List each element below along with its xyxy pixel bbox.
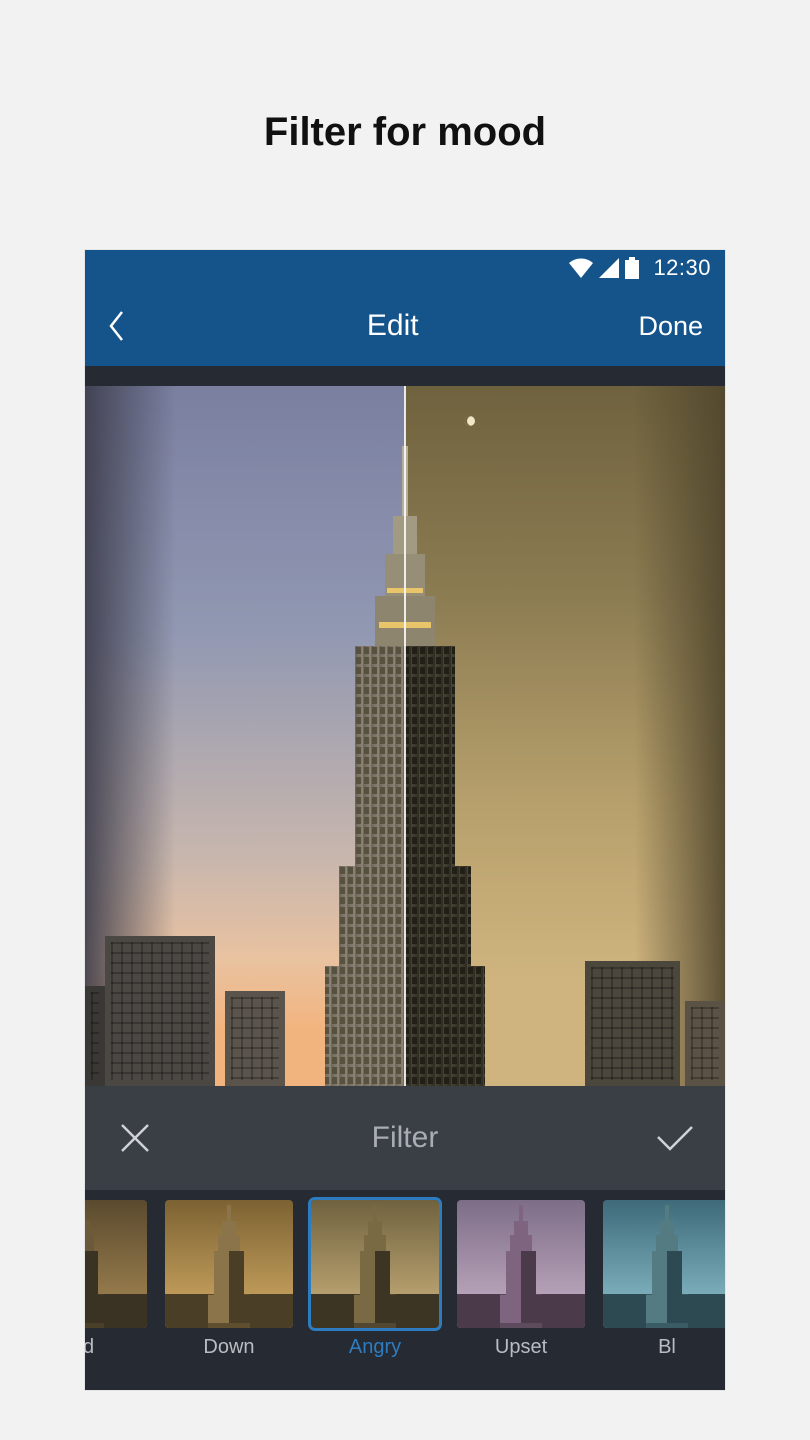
wifi-icon [569,258,593,278]
filter-thumb[interactable]: Bl [603,1200,725,1359]
done-button[interactable]: Done [638,311,703,342]
filter-thumb[interactable]: ad [85,1200,147,1359]
filter-thumb-image [165,1200,293,1328]
status-time: 12:30 [653,255,711,281]
chevron-left-icon [107,309,125,343]
filter-thumb-image [603,1200,725,1328]
filter-thumb[interactable]: Down [165,1200,293,1359]
filter-thumb-label: ad [85,1336,94,1359]
filter-thumb-image [457,1200,585,1328]
filter-thumb-image [85,1200,147,1328]
close-icon [118,1121,152,1155]
check-icon [655,1123,695,1153]
page-title: Filter for mood [0,0,810,155]
apply-filter-button[interactable] [655,1123,695,1153]
filter-thumb[interactable]: Angry [311,1200,439,1359]
cell-signal-icon [599,258,619,278]
filter-thumb-label: Angry [349,1336,401,1359]
photo-preview[interactable] [85,386,725,1086]
moon-icon [465,416,475,426]
status-bar: 12:30 [85,250,725,286]
nav-title: Edit [147,309,638,343]
filter-thumbnails[interactable]: ad Down [85,1190,725,1390]
filter-thumb[interactable]: Upset [457,1200,585,1359]
battery-icon [625,257,639,279]
filter-thumb-label: Bl [658,1336,676,1359]
filter-thumb-image [311,1200,439,1328]
back-button[interactable] [107,309,147,343]
filter-toolbar: Filter [85,1086,725,1190]
phone-frame: 12:30 Edit Done [85,250,725,1390]
cancel-filter-button[interactable] [115,1121,155,1155]
filter-thumb-label: Down [203,1336,254,1359]
filter-toolbar-label: Filter [372,1121,439,1155]
nav-bar: Edit Done [85,286,725,366]
filter-thumb-label: Upset [495,1336,547,1359]
comparison-divider[interactable] [404,386,406,1086]
